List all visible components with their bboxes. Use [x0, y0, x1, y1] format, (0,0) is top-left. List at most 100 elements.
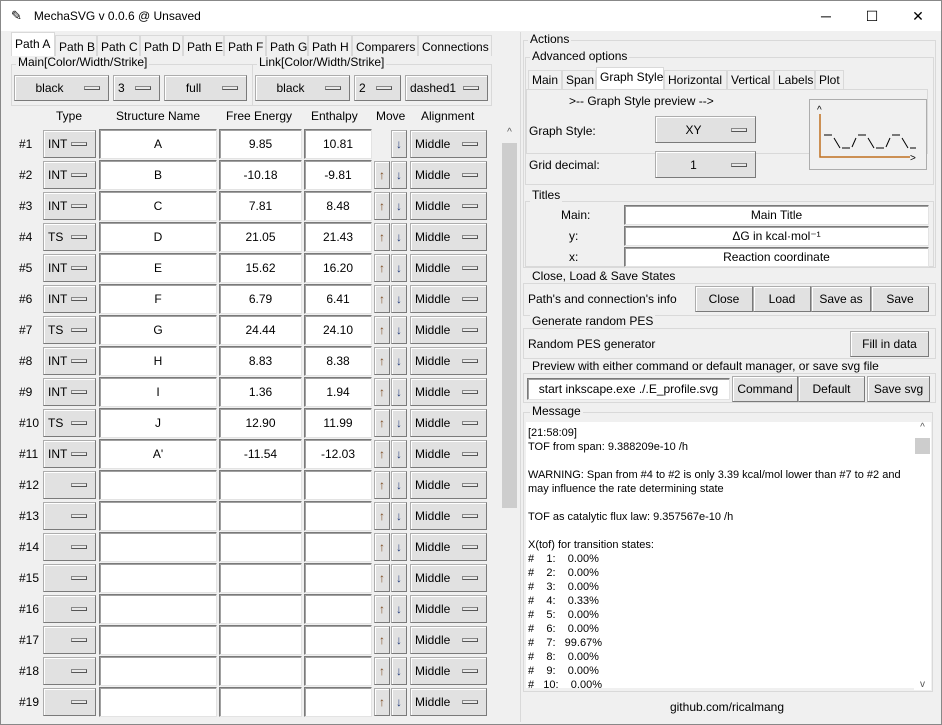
move-up-button[interactable]: ↑	[374, 347, 390, 375]
structure-name-input[interactable]	[99, 594, 217, 624]
alignment-select[interactable]: Middle	[410, 440, 487, 468]
alignment-select[interactable]: Middle	[410, 223, 487, 251]
enthalpy-input[interactable]: 16.20	[304, 253, 372, 283]
alignment-select[interactable]: Middle	[410, 378, 487, 406]
free-energy-input[interactable]: 24.44	[219, 315, 302, 345]
move-down-button[interactable]: ↓	[391, 657, 407, 685]
structure-name-input[interactable]	[99, 656, 217, 686]
free-energy-input[interactable]	[219, 563, 302, 593]
enthalpy-input[interactable]	[304, 532, 372, 562]
tab-action-vertical[interactable]: Vertical	[727, 70, 774, 89]
type-select[interactable]	[43, 688, 96, 716]
link-width-select[interactable]: 2	[354, 75, 401, 101]
free-energy-input[interactable]: 9.85	[219, 129, 302, 159]
free-energy-input[interactable]: 6.79	[219, 284, 302, 314]
move-down-button[interactable]: ↓	[391, 192, 407, 220]
enthalpy-input[interactable]: 11.99	[304, 408, 372, 438]
type-select[interactable]	[43, 626, 96, 654]
enthalpy-input[interactable]	[304, 687, 372, 717]
close-window-button[interactable]: ✕	[895, 1, 941, 31]
load-state-button[interactable]: Load	[753, 286, 811, 312]
type-select[interactable]: TS	[43, 316, 96, 344]
move-up-button[interactable]: ↑	[374, 223, 390, 251]
main-title-input[interactable]: Main Title	[624, 205, 929, 225]
enthalpy-input[interactable]: 1.94	[304, 377, 372, 407]
structure-name-input[interactable]: E	[99, 253, 217, 283]
tab-action-horizontal[interactable]: Horizontal	[664, 70, 727, 89]
table-scrollbar[interactable]: ^	[501, 127, 518, 719]
enthalpy-input[interactable]: 24.10	[304, 315, 372, 345]
tab-path-3[interactable]: Path D	[140, 35, 183, 56]
structure-name-input[interactable]: A'	[99, 439, 217, 469]
default-button[interactable]: Default	[798, 376, 865, 402]
move-up-button[interactable]: ↑	[374, 254, 390, 282]
move-down-button[interactable]: ↓	[391, 409, 407, 437]
enthalpy-input[interactable]: 8.48	[304, 191, 372, 221]
structure-name-input[interactable]	[99, 625, 217, 655]
enthalpy-input[interactable]: -12.03	[304, 439, 372, 469]
type-select[interactable]	[43, 564, 96, 592]
move-down-button[interactable]: ↓	[391, 502, 407, 530]
tab-path-8[interactable]: Comparers	[352, 35, 418, 56]
enthalpy-input[interactable]	[304, 470, 372, 500]
save-as-state-button[interactable]: Save as	[811, 286, 871, 312]
structure-name-input[interactable]: G	[99, 315, 217, 345]
move-down-button[interactable]: ↓	[391, 254, 407, 282]
enthalpy-input[interactable]	[304, 501, 372, 531]
free-energy-input[interactable]	[219, 625, 302, 655]
move-down-button[interactable]: ↓	[391, 161, 407, 189]
type-select[interactable]: INT	[43, 440, 96, 468]
type-select[interactable]: INT	[43, 347, 96, 375]
move-down-button[interactable]: ↓	[391, 347, 407, 375]
type-select[interactable]: INT	[43, 285, 96, 313]
main-strike-select[interactable]: full	[164, 75, 247, 101]
fill-in-data-button[interactable]: Fill in data	[850, 331, 929, 357]
enthalpy-input[interactable]	[304, 563, 372, 593]
free-energy-input[interactable]: 12.90	[219, 408, 302, 438]
enthalpy-input[interactable]: 8.38	[304, 346, 372, 376]
type-select[interactable]	[43, 502, 96, 530]
alignment-select[interactable]: Middle	[410, 595, 487, 623]
scroll-up-icon[interactable]: ^	[914, 422, 931, 433]
alignment-select[interactable]: Middle	[410, 285, 487, 313]
free-energy-input[interactable]	[219, 687, 302, 717]
type-select[interactable]	[43, 471, 96, 499]
structure-name-input[interactable]	[99, 563, 217, 593]
tab-action-labels[interactable]: Labels	[774, 70, 815, 89]
alignment-select[interactable]: Middle	[410, 316, 487, 344]
move-up-button[interactable]: ↑	[374, 161, 390, 189]
move-up-button[interactable]: ↑	[374, 192, 390, 220]
scrollbar-thumb[interactable]	[502, 143, 517, 508]
free-energy-input[interactable]	[219, 470, 302, 500]
tab-path-9[interactable]: Connections	[418, 35, 492, 56]
tab-path-1[interactable]: Path B	[55, 35, 97, 56]
move-up-button[interactable]: ↑	[374, 285, 390, 313]
alignment-select[interactable]: Middle	[410, 471, 487, 499]
move-up-button[interactable]: ↑	[374, 378, 390, 406]
tab-action-main[interactable]: Main	[528, 70, 562, 89]
type-select[interactable]: INT	[43, 161, 96, 189]
enthalpy-input[interactable]: -9.81	[304, 160, 372, 190]
scroll-up-icon[interactable]: ^	[501, 127, 518, 138]
minimize-button[interactable]: ─	[803, 1, 849, 31]
alignment-select[interactable]: Middle	[410, 657, 487, 685]
type-select[interactable]: INT	[43, 130, 96, 158]
alignment-select[interactable]: Middle	[410, 347, 487, 375]
move-down-button[interactable]: ↓	[391, 285, 407, 313]
move-down-button[interactable]: ↓	[391, 626, 407, 654]
structure-name-input[interactable]: D	[99, 222, 217, 252]
move-up-button[interactable]: ↑	[374, 626, 390, 654]
move-up-button[interactable]: ↑	[374, 657, 390, 685]
enthalpy-input[interactable]	[304, 594, 372, 624]
type-select[interactable]: INT	[43, 192, 96, 220]
move-up-button[interactable]: ↑	[374, 409, 390, 437]
free-energy-input[interactable]	[219, 532, 302, 562]
structure-name-input[interactable]: I	[99, 377, 217, 407]
message-scrollbar[interactable]: ^ v	[914, 422, 931, 690]
move-down-button[interactable]: ↓	[391, 471, 407, 499]
tab-action-plot[interactable]: Plot	[815, 70, 844, 89]
move-up-button[interactable]: ↑	[374, 595, 390, 623]
footer-link[interactable]: github.com/ricalmang	[521, 700, 933, 714]
move-down-button[interactable]: ↓	[391, 378, 407, 406]
x-title-input[interactable]: Reaction coordinate	[624, 247, 929, 267]
